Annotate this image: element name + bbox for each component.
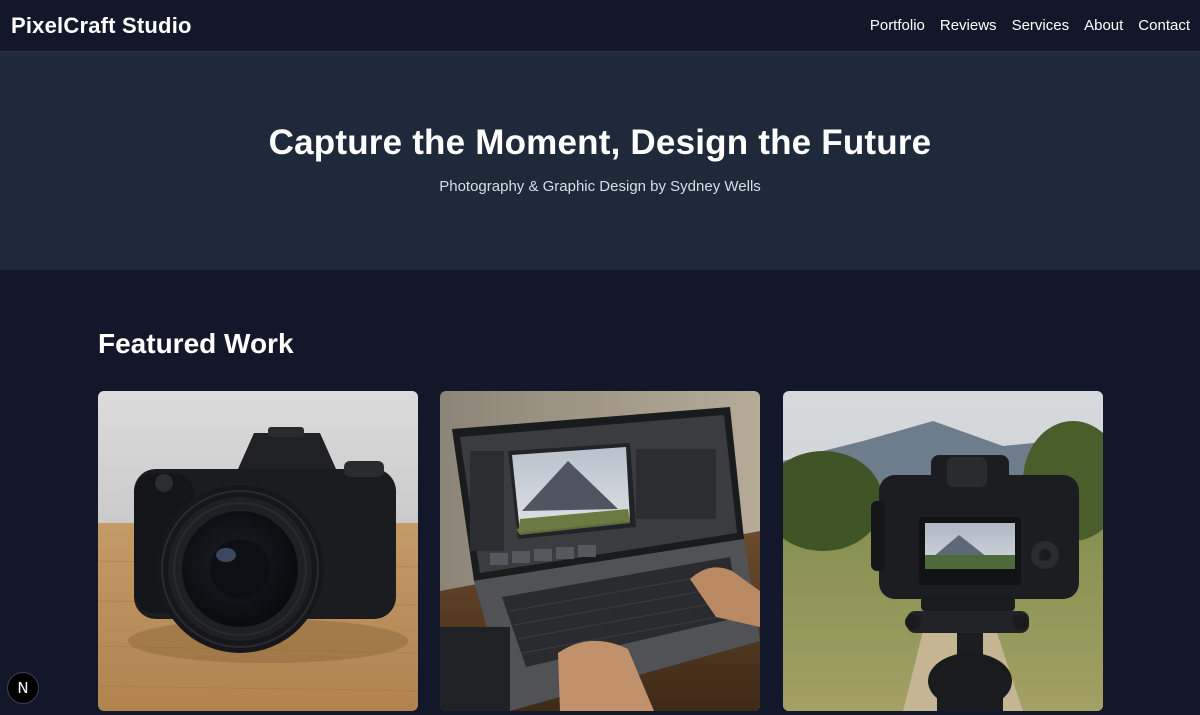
hero-section: Capture the Moment, Design the Future Ph… bbox=[0, 52, 1200, 270]
portfolio-card-laptop[interactable] bbox=[440, 391, 760, 711]
framework-badge-icon[interactable]: N bbox=[7, 672, 39, 704]
nav-services[interactable]: Services bbox=[1012, 17, 1070, 34]
hero-subtitle: Photography & Graphic Design by Sydney W… bbox=[439, 178, 761, 195]
hero-title: Capture the Moment, Design the Future bbox=[268, 123, 932, 162]
featured-work-heading: Featured Work bbox=[98, 328, 294, 359]
brand-logo[interactable]: PixelCraft Studio bbox=[11, 13, 192, 39]
camera-tripod-landscape-image bbox=[783, 391, 1103, 711]
site-header: PixelCraft Studio Portfolio Reviews Serv… bbox=[0, 0, 1200, 52]
nav-reviews[interactable]: Reviews bbox=[940, 17, 997, 34]
nav-portfolio[interactable]: Portfolio bbox=[870, 17, 925, 34]
portfolio-card-tripod[interactable] bbox=[783, 391, 1103, 711]
nav-about[interactable]: About bbox=[1084, 17, 1123, 34]
main-nav: Portfolio Reviews Services About Contact bbox=[870, 17, 1190, 34]
camera-on-table-image bbox=[98, 391, 418, 711]
nav-contact[interactable]: Contact bbox=[1138, 17, 1190, 34]
laptop-editing-image bbox=[440, 391, 760, 711]
portfolio-card-camera[interactable] bbox=[98, 391, 418, 711]
